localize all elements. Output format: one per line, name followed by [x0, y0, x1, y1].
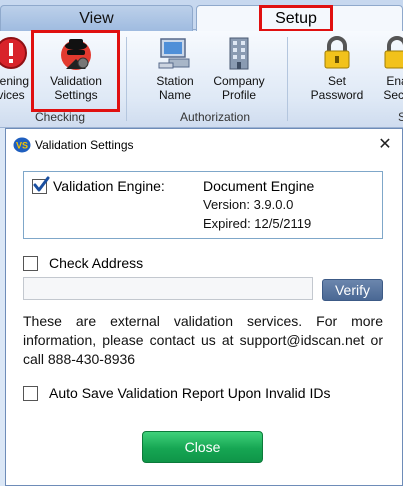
- auto-save-checkbox[interactable]: [23, 386, 38, 401]
- tab-setup-label: Setup: [275, 9, 317, 27]
- ribbon: View Setup eening vices: [0, 0, 403, 128]
- tab-view-label: View: [79, 9, 114, 27]
- station-label-2: Name: [158, 88, 191, 102]
- group-label-authorization: Authorization: [179, 110, 251, 124]
- company-label-2: Profile: [221, 88, 256, 102]
- address-input[interactable]: [23, 277, 313, 300]
- validation-engine-panel: Validation Engine: Document Engine Versi…: [23, 171, 383, 239]
- padlock-icon: [319, 35, 355, 71]
- enable-label-2: Secu: [383, 88, 403, 102]
- verify-button[interactable]: Verify: [322, 279, 383, 301]
- station-label-1: Station: [156, 74, 194, 88]
- validation-settings-dialog: VS Validation Settings ✕ Validation Engi…: [5, 128, 403, 486]
- screening-services-button[interactable]: eening vices: [0, 35, 32, 107]
- tab-setup-highlight[interactable]: Setup: [259, 5, 333, 32]
- password-label-2: Password: [310, 88, 364, 102]
- engine-version: Version: 3.9.0.0: [203, 197, 294, 212]
- check-address-label: Check Address: [49, 255, 144, 271]
- check-address-checkbox[interactable]: [23, 256, 38, 271]
- vs-app-icon: VS: [13, 137, 31, 153]
- validation-engine-label: Validation Engine:: [53, 178, 165, 194]
- app-icon-text: VS: [16, 141, 28, 151]
- computer-icon: [157, 35, 193, 71]
- enable-label-1: Ena: [386, 74, 403, 88]
- screening-label-1: eening: [0, 74, 30, 88]
- info-text: These are external validation services. …: [23, 313, 383, 367]
- station-name-button[interactable]: Station Name: [148, 35, 202, 107]
- validation-settings-highlight: [31, 30, 120, 112]
- checkmark-icon: [33, 176, 50, 192]
- group-separator: [287, 37, 288, 121]
- auto-save-label: Auto Save Validation Report Upon Invalid…: [49, 385, 331, 401]
- group-label-security: S: [397, 110, 403, 124]
- set-password-button[interactable]: Set Password: [304, 35, 370, 107]
- enable-security-button[interactable]: Ena Secu: [377, 35, 403, 107]
- company-profile-button[interactable]: Company Profile: [209, 35, 269, 107]
- tab-view[interactable]: View: [0, 5, 193, 31]
- close-button[interactable]: Close: [142, 431, 263, 463]
- engine-name: Document Engine: [203, 178, 315, 194]
- group-separator: [126, 37, 127, 121]
- ribbon-tab-bar: View Setup: [0, 0, 403, 32]
- company-label-1: Company: [213, 74, 265, 88]
- close-icon[interactable]: ✕: [374, 134, 396, 156]
- password-label-1: Set: [327, 74, 346, 88]
- validation-engine-checkbox[interactable]: [32, 176, 50, 194]
- building-icon: [221, 35, 257, 71]
- screening-label-2: vices: [0, 88, 25, 102]
- padlock-icon: [379, 35, 403, 71]
- stop-icon: [0, 35, 29, 71]
- dialog-title: Validation Settings: [35, 138, 134, 152]
- dialog-titlebar: VS Validation Settings ✕: [6, 129, 402, 161]
- engine-expiry: Expired: 12/5/2119: [203, 216, 312, 231]
- group-label-checking: Checking: [34, 110, 86, 124]
